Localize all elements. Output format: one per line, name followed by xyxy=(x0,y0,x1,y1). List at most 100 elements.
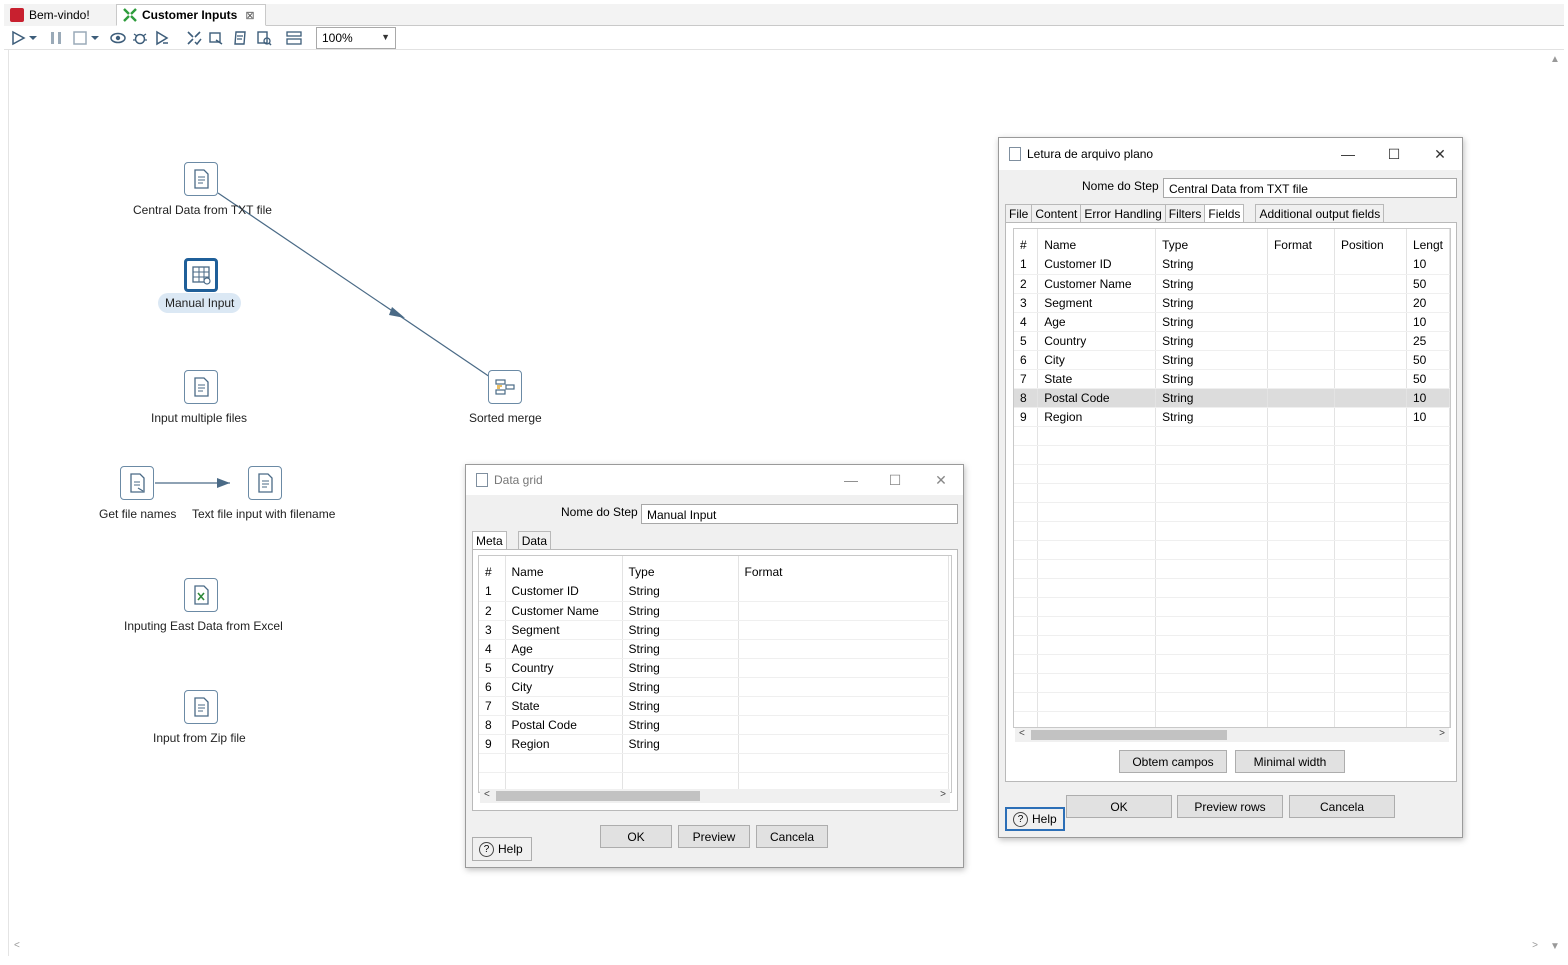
empty-row[interactable] xyxy=(1014,540,1450,560)
field-format-cell[interactable] xyxy=(738,639,949,659)
help-button[interactable]: ? Help xyxy=(472,837,532,861)
empty-cell[interactable] xyxy=(1406,635,1450,655)
field-length-cell[interactable]: 10 xyxy=(1406,407,1450,427)
field-position-cell[interactable] xyxy=(1334,255,1407,275)
empty-cell[interactable] xyxy=(1014,578,1039,598)
field-format-cell[interactable] xyxy=(738,696,949,716)
empty-cell[interactable] xyxy=(1155,521,1268,541)
empty-cell[interactable] xyxy=(1267,616,1335,636)
empty-cell[interactable] xyxy=(1155,616,1268,636)
empty-cell[interactable] xyxy=(1334,692,1407,712)
cancel-button[interactable]: Cancela xyxy=(1289,795,1395,818)
scroll-left-icon[interactable]: < xyxy=(1019,728,1025,739)
close-icon[interactable]: ✕ xyxy=(1425,143,1455,165)
empty-cell[interactable] xyxy=(1334,426,1407,446)
row-index[interactable]: 7 xyxy=(479,696,506,716)
empty-cell[interactable] xyxy=(1037,673,1157,693)
field-format-cell[interactable] xyxy=(1267,369,1335,389)
column-header-format[interactable]: Format xyxy=(738,556,949,582)
empty-cell[interactable] xyxy=(1037,521,1157,541)
field-format-cell[interactable] xyxy=(738,677,949,697)
table-row[interactable]: 5 Country String xyxy=(479,658,949,678)
field-name-cell[interactable]: Region xyxy=(1037,407,1157,427)
row-index[interactable]: 5 xyxy=(479,658,506,678)
field-length-cell[interactable]: 50 xyxy=(1406,350,1450,370)
empty-cell[interactable] xyxy=(1406,673,1450,693)
empty-cell[interactable] xyxy=(1014,426,1039,446)
table-row[interactable]: 7 State String 50 xyxy=(1014,369,1450,389)
row-index[interactable]: 3 xyxy=(1014,293,1039,313)
empty-cell[interactable] xyxy=(1155,540,1268,560)
field-name-cell[interactable]: City xyxy=(505,677,623,697)
field-type-cell[interactable]: String xyxy=(1155,369,1268,389)
field-name-cell[interactable]: Segment xyxy=(505,620,623,640)
table-row[interactable]: 3 Segment String xyxy=(479,620,949,640)
tab-fields[interactable]: Fields xyxy=(1204,204,1245,222)
field-format-cell[interactable] xyxy=(738,620,949,640)
field-format-cell[interactable] xyxy=(1267,388,1335,408)
empty-cell[interactable] xyxy=(1037,635,1157,655)
empty-cell[interactable] xyxy=(1014,464,1039,484)
field-format-cell[interactable] xyxy=(1267,293,1335,313)
empty-cell[interactable] xyxy=(1267,464,1335,484)
field-length-cell[interactable]: 20 xyxy=(1406,293,1450,313)
field-name-cell[interactable]: Customer ID xyxy=(1037,255,1157,275)
field-name-cell[interactable]: Customer ID xyxy=(505,582,623,602)
field-name-cell[interactable]: Country xyxy=(1037,331,1157,351)
fields-grid[interactable]: # Name Type Format Position Lengt 1 Custo… xyxy=(1013,228,1451,728)
close-icon[interactable]: ✕ xyxy=(926,469,956,491)
empty-cell[interactable] xyxy=(1406,692,1450,712)
empty-row[interactable] xyxy=(1014,483,1450,503)
field-name-cell[interactable]: Age xyxy=(1037,312,1157,332)
row-index[interactable]: 3 xyxy=(479,620,506,640)
row-index[interactable]: 8 xyxy=(1014,388,1039,408)
table-row[interactable]: 4 Age String 10 xyxy=(1014,312,1450,332)
field-name-cell[interactable]: Segment xyxy=(1037,293,1157,313)
maximize-icon[interactable]: ☐ xyxy=(1379,143,1409,165)
minimal-width-button[interactable]: Minimal width xyxy=(1235,750,1345,773)
empty-cell[interactable] xyxy=(1037,654,1157,674)
empty-cell[interactable] xyxy=(1267,711,1335,727)
empty-cell[interactable] xyxy=(1334,673,1407,693)
field-length-cell[interactable]: 25 xyxy=(1406,331,1450,351)
column-header-index[interactable]: # xyxy=(1014,229,1039,255)
empty-cell[interactable] xyxy=(505,753,623,773)
empty-cell[interactable] xyxy=(1037,445,1157,465)
tab-meta[interactable]: Meta xyxy=(472,531,507,549)
empty-row[interactable] xyxy=(1014,578,1450,598)
field-type-cell[interactable]: String xyxy=(622,639,739,659)
field-type-cell[interactable]: String xyxy=(622,677,739,697)
field-name-cell[interactable]: Country xyxy=(505,658,623,678)
empty-cell[interactable] xyxy=(1334,502,1407,522)
field-position-cell[interactable] xyxy=(1334,388,1407,408)
column-header-length[interactable]: Lengt xyxy=(1406,229,1450,255)
empty-cell[interactable] xyxy=(1155,502,1268,522)
empty-cell[interactable] xyxy=(1334,483,1407,503)
empty-cell[interactable] xyxy=(1334,578,1407,598)
field-name-cell[interactable]: Customer Name xyxy=(505,601,623,621)
field-format-cell[interactable] xyxy=(1267,331,1335,351)
empty-cell[interactable] xyxy=(1334,654,1407,674)
field-type-cell[interactable]: String xyxy=(1155,407,1268,427)
scrollbar-thumb[interactable] xyxy=(1031,730,1227,740)
empty-cell[interactable] xyxy=(1406,521,1450,541)
field-format-cell[interactable] xyxy=(1267,312,1335,332)
tab-additional-output-fields[interactable]: Additional output fields xyxy=(1255,204,1385,222)
table-row[interactable]: 3 Segment String 20 xyxy=(1014,293,1450,313)
get-fields-button[interactable]: Obtem campos xyxy=(1119,750,1227,773)
empty-cell[interactable] xyxy=(1014,616,1039,636)
empty-cell[interactable] xyxy=(1014,540,1039,560)
row-index[interactable]: 5 xyxy=(1014,331,1039,351)
empty-row[interactable] xyxy=(1014,654,1450,674)
empty-cell[interactable] xyxy=(1267,483,1335,503)
empty-cell[interactable] xyxy=(1334,616,1407,636)
empty-cell[interactable] xyxy=(1334,445,1407,465)
column-header-name[interactable]: Name xyxy=(505,556,623,582)
empty-cell[interactable] xyxy=(1155,559,1268,579)
field-name-cell[interactable]: Region xyxy=(505,734,623,754)
field-position-cell[interactable] xyxy=(1334,331,1407,351)
empty-cell[interactable] xyxy=(1014,673,1039,693)
table-row[interactable]: 2 Customer Name String 50 xyxy=(1014,274,1450,294)
row-index[interactable]: 6 xyxy=(479,677,506,697)
empty-cell[interactable] xyxy=(1406,502,1450,522)
